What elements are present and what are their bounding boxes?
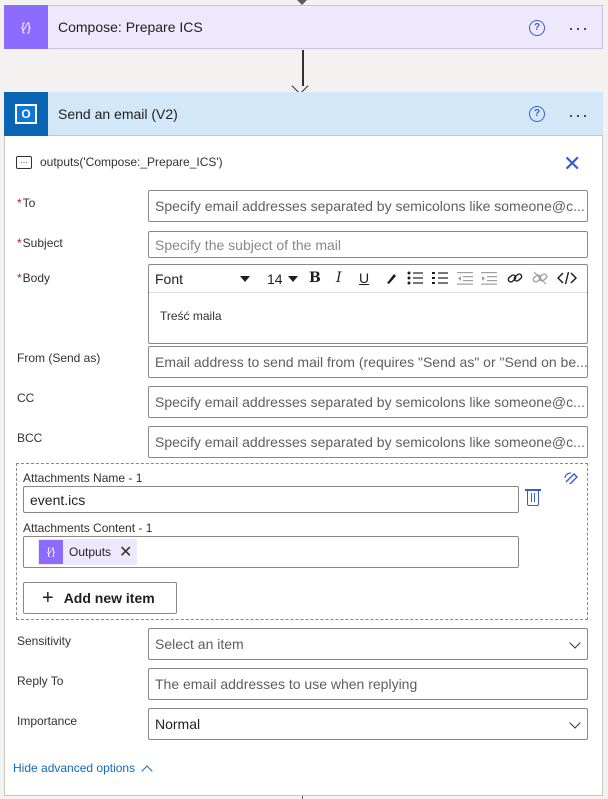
required-marker: *	[17, 196, 22, 210]
body-label: *Body	[17, 271, 50, 285]
importance-dropdown[interactable]: Normal	[148, 708, 588, 740]
attachments-name-value: event.ics	[30, 491, 86, 508]
to-placeholder: Specify email addresses separated by sem…	[155, 198, 585, 214]
increase-indent-icon[interactable]	[481, 271, 497, 285]
required-marker: *	[17, 271, 22, 285]
numbered-list-icon[interactable]	[432, 271, 448, 285]
decrease-indent-icon[interactable]	[457, 271, 473, 285]
send-email-title[interactable]: Send an email (V2)	[58, 106, 178, 122]
underline-button[interactable]: U	[359, 270, 369, 286]
bcc-input[interactable]: Specify email addresses separated by sem…	[148, 426, 588, 458]
from-label: From (Send as)	[17, 351, 101, 365]
trash-bar	[530, 493, 532, 502]
font-select[interactable]: Font	[155, 271, 183, 287]
trash-bar	[534, 493, 536, 502]
subject-label-text: Subject	[22, 236, 63, 250]
compose-action-title[interactable]: Compose: Prepare ICS	[58, 19, 203, 35]
chevron-down-icon	[569, 637, 581, 649]
body-content[interactable]: Treść maila	[160, 309, 222, 323]
subject-placeholder: Specify the subject of the mail	[155, 236, 341, 253]
sensitivity-dropdown[interactable]: Select an item	[148, 628, 588, 660]
more-glyph: ···	[568, 18, 589, 38]
attachments-name-input[interactable]: event.ics	[23, 486, 519, 513]
from-placeholder: Email address to send mail from (require…	[155, 354, 588, 370]
delete-icon[interactable]	[527, 491, 539, 506]
bcc-placeholder: Specify email addresses separated by sem…	[155, 434, 585, 450]
compose-curly-braces-icon: {⁄}	[39, 540, 63, 564]
comment-icon[interactable]: …	[16, 155, 32, 169]
to-label: *To	[17, 196, 35, 210]
switch-to-array-icon[interactable]	[564, 472, 580, 487]
outputs-reference-text: outputs('Compose:_Prepare_ICS')	[40, 155, 223, 169]
required-marker: *	[17, 236, 22, 250]
outlook-icon: O	[4, 92, 48, 136]
importance-label: Importance	[17, 714, 78, 728]
bullet-list-icon[interactable]	[407, 271, 423, 285]
chevron-up-icon	[141, 764, 153, 777]
compose-curly-braces-icon: {⁄}	[4, 5, 48, 49]
remove-token-glyph: ✕	[119, 544, 133, 561]
sensitivity-value: Select an item	[155, 636, 244, 652]
more-glyph: ···	[568, 105, 589, 125]
hide-advanced-options-link[interactable]: Hide advanced options	[13, 761, 153, 777]
token-glyph: {⁄}	[46, 546, 56, 558]
body-label-text: Body	[22, 271, 51, 285]
reply-to-input[interactable]: The email addresses to use when replying	[148, 668, 588, 700]
link-icon[interactable]	[507, 271, 523, 285]
font-size-select[interactable]: 14	[267, 271, 283, 287]
cc-label: CC	[17, 391, 35, 405]
rich-text-toolbar: Font 14 B I U	[149, 265, 587, 293]
more-options-icon[interactable]: ···	[568, 106, 589, 124]
plus-icon: +	[42, 587, 54, 609]
subject-label: *Subject	[17, 236, 63, 250]
from-input[interactable]: Email address to send mail from (require…	[148, 346, 588, 378]
attachments-content-label: Attachments Content - 1	[23, 521, 153, 535]
body-editor[interactable]: Font 14 B I U Treść maila	[148, 264, 588, 344]
outlook-o-mark: O	[15, 104, 37, 124]
add-new-item-label: Add new item	[63, 590, 155, 606]
help-glyph: ?	[533, 108, 541, 119]
cc-input[interactable]: Specify email addresses separated by sem…	[148, 386, 588, 418]
to-label-text: To	[22, 196, 36, 210]
cc-placeholder: Specify email addresses separated by sem…	[155, 394, 585, 410]
more-options-icon[interactable]: ···	[568, 19, 589, 37]
chevron-down-icon	[569, 717, 581, 729]
close-glyph: ✕	[563, 151, 582, 176]
code-view-icon[interactable]	[557, 271, 577, 285]
add-new-item-button[interactable]: + Add new item	[23, 582, 177, 614]
attachments-name-label: Attachments Name - 1	[23, 471, 143, 485]
help-icon[interactable]: ?	[529, 20, 545, 36]
outputs-reference-row: … outputs('Compose:_Prepare_ICS')	[16, 155, 223, 169]
remove-token-icon[interactable]: ✕	[119, 542, 136, 562]
font-dropdown-icon[interactable]	[240, 276, 250, 282]
bcc-label: BCC	[17, 431, 43, 445]
subject-input[interactable]: Specify the subject of the mail	[148, 231, 588, 258]
reply-to-label: Reply To	[17, 674, 64, 688]
bold-button[interactable]: B	[309, 270, 321, 286]
sensitivity-label: Sensitivity	[17, 634, 72, 648]
unlink-icon[interactable]	[532, 271, 548, 285]
outputs-token[interactable]: {⁄} Outputs ✕	[38, 539, 138, 565]
help-glyph: ?	[533, 22, 541, 33]
hide-advanced-options-text: Hide advanced options	[13, 761, 136, 775]
to-input[interactable]: Specify email addresses separated by sem…	[148, 190, 588, 222]
importance-value: Normal	[155, 716, 201, 732]
highlight-pen-icon[interactable]	[384, 271, 398, 285]
font-size-dropdown-icon[interactable]	[288, 276, 298, 282]
comment-glyph: …	[20, 155, 28, 165]
close-icon[interactable]: ✕	[563, 151, 582, 176]
italic-button[interactable]: I	[336, 270, 342, 286]
compose-icon-glyph: {⁄}	[20, 20, 32, 34]
token-label: Outputs	[69, 545, 112, 559]
reply-to-placeholder: The email addresses to use when replying	[155, 676, 418, 692]
help-icon[interactable]: ?	[529, 106, 545, 122]
